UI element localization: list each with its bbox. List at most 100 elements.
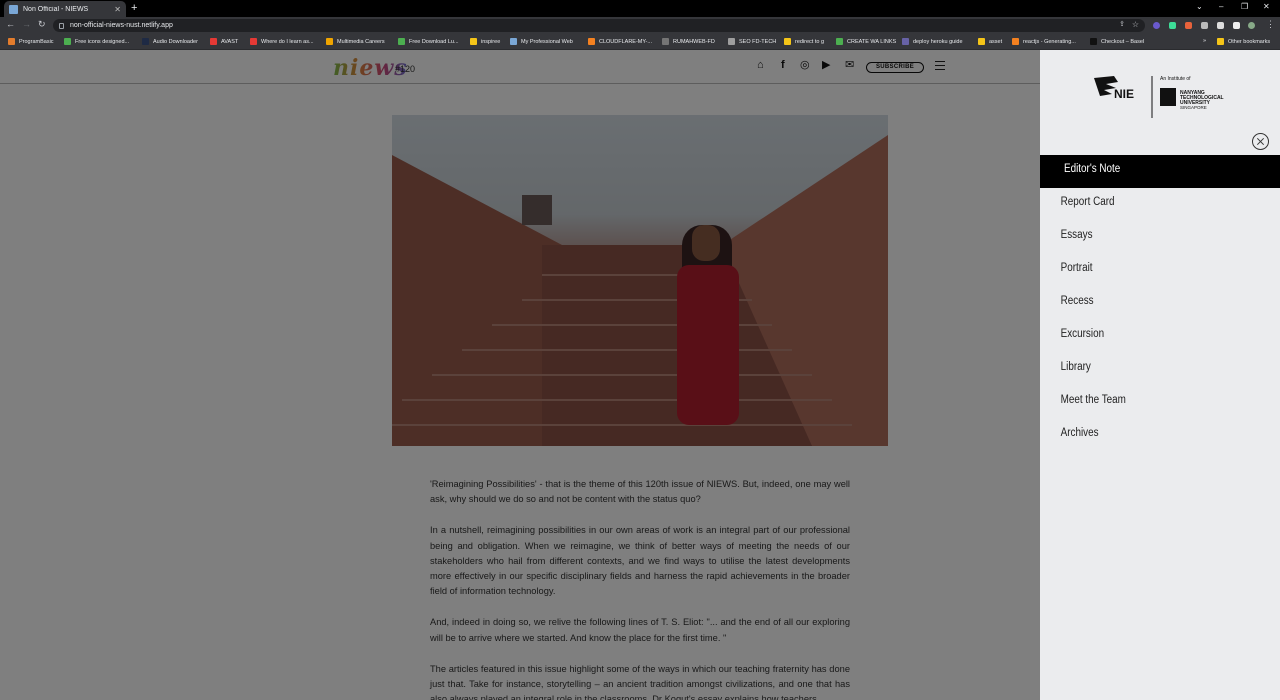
- side-panel-icon[interactable]: [1233, 22, 1240, 29]
- extensions-puzzle-icon[interactable]: [1217, 22, 1224, 29]
- bookmark-label: Audio Downloader: [153, 38, 198, 45]
- menu-item-editors-note[interactable]: Editor's Note: [1040, 155, 1280, 188]
- bookmark-item[interactable]: redirect to g: [784, 38, 824, 45]
- side-navigation-menu: NIE An Institute of NANYANG TECHNOLOGICA…: [1040, 50, 1280, 700]
- bookmark-favicon-icon: [588, 38, 595, 45]
- bookmark-favicon-icon: [210, 38, 217, 45]
- bookmark-favicon-icon: [1090, 38, 1097, 45]
- bookmark-label: redirect to g: [795, 38, 825, 45]
- bookmark-favicon-icon: [510, 38, 517, 45]
- minimize-icon[interactable]: –: [1219, 2, 1223, 11]
- bookmark-item[interactable]: asset: [978, 38, 1002, 45]
- url-text: non-official-niews-nust.netlify.app: [70, 22, 173, 29]
- bookmark-label: SEO FD-TECH: [739, 38, 777, 45]
- restore-icon[interactable]: ❐: [1241, 2, 1248, 11]
- bookmark-label: CLOUDFLARE-MY-...: [599, 38, 652, 45]
- bookmark-item[interactable]: CLOUDFLARE-MY-...: [588, 38, 652, 45]
- bookmark-label: Checkout – Basel: [1101, 38, 1145, 45]
- bookmarks-overflow-icon[interactable]: »: [1203, 38, 1206, 44]
- menu-item-portrait[interactable]: Portrait: [1040, 254, 1246, 287]
- favicon-icon: [9, 4, 18, 14]
- ntu-name-line: SINGAPORE: [1180, 105, 1207, 110]
- browser-menu-icon[interactable]: ⋮: [1266, 19, 1275, 30]
- bookmark-label: AVAST: [221, 38, 239, 45]
- menu-item-recess[interactable]: Recess: [1040, 287, 1246, 320]
- menu-item-excursion[interactable]: Excursion: [1040, 320, 1246, 353]
- menu-item-essays[interactable]: Essays: [1040, 221, 1246, 254]
- extension-icon[interactable]: [1169, 22, 1176, 29]
- bookmark-item[interactable]: RUMAHWEB-FD: [662, 38, 715, 45]
- bookmark-item[interactable]: reactjs - Generating...: [1012, 38, 1076, 45]
- bookmark-favicon-icon: [784, 38, 791, 45]
- tab-close-icon[interactable]: ✕: [114, 5, 121, 14]
- bookmark-label: Where do I learn as...: [261, 38, 314, 45]
- bookmark-item[interactable]: Where do I learn as...: [250, 38, 314, 45]
- bookmark-item[interactable]: ProgramBasic: [8, 38, 54, 45]
- bookmark-item[interactable]: Free icons designed...: [64, 38, 129, 45]
- bookmark-item[interactable]: inspiree: [470, 38, 500, 45]
- institute-of-label: An Institute of: [1160, 76, 1191, 82]
- nie-wordmark: NIE: [1114, 87, 1134, 101]
- menu-item-label: Editor's Note: [1064, 163, 1121, 175]
- bookmark-favicon-icon: [250, 38, 257, 45]
- bookmark-label: inspiree: [481, 38, 501, 45]
- folder-icon: [1217, 38, 1224, 45]
- bookmark-label: Multimedia Careers: [337, 38, 385, 45]
- extension-icon[interactable]: [1201, 22, 1208, 29]
- menu-item-library[interactable]: Library: [1040, 353, 1246, 386]
- bookmark-label: ProgramBasic: [19, 38, 54, 45]
- bookmark-star-icon[interactable]: ☆: [1132, 20, 1139, 29]
- address-bar[interactable]: non-official-niews-nust.netlify.app ⇪ ☆: [53, 19, 1145, 32]
- bookmark-favicon-icon: [662, 38, 669, 45]
- bookmark-label: CREATE WA LINKS: [847, 38, 897, 45]
- window-close-icon[interactable]: ✕: [1263, 2, 1270, 11]
- lock-icon: [59, 22, 64, 29]
- menu-item-meet-the-team[interactable]: Meet the Team: [1040, 386, 1246, 419]
- dim-overlay[interactable]: [0, 50, 1040, 700]
- bookmark-item[interactable]: Audio Downloader: [142, 38, 198, 45]
- extension-icon[interactable]: [1185, 22, 1192, 29]
- bookmark-favicon-icon: [1012, 38, 1019, 45]
- bookmark-label: Free icons designed...: [75, 38, 130, 45]
- bookmark-favicon-icon: [64, 38, 71, 45]
- other-bookmarks[interactable]: Other bookmarks: [1217, 38, 1270, 45]
- bookmark-label: asset: [989, 38, 1003, 45]
- menu-item-report-card[interactable]: Report Card: [1040, 188, 1246, 221]
- forward-icon[interactable]: →: [22, 19, 31, 29]
- browser-tab[interactable]: Non Official - NIEWS ✕: [4, 1, 126, 17]
- bookmark-label: deploy heroku guide: [913, 38, 963, 45]
- bookmark-item[interactable]: SEO FD-TECH: [728, 38, 776, 45]
- profile-avatar[interactable]: [1248, 22, 1255, 29]
- bookmark-favicon-icon: [836, 38, 843, 45]
- bookmark-favicon-icon: [978, 38, 985, 45]
- bookmark-favicon-icon: [8, 38, 15, 45]
- extension-icon[interactable]: [1153, 22, 1160, 29]
- bookmark-item[interactable]: Multimedia Careers: [326, 38, 385, 45]
- browser-tab-strip: Non Official - NIEWS ✕ + ⌄ – ❐ ✕: [0, 0, 1280, 17]
- bookmark-label: My Professional Web: [521, 38, 573, 45]
- bookmark-item[interactable]: Checkout – Basel: [1090, 38, 1144, 45]
- bookmark-item[interactable]: deploy heroku guide: [902, 38, 963, 45]
- bookmark-favicon-icon: [142, 38, 149, 45]
- bookmark-favicon-icon: [728, 38, 735, 45]
- nie-ntu-logo: NIE An Institute of NANYANG TECHNOLOGICA…: [1094, 76, 1224, 118]
- bookmark-favicon-icon: [326, 38, 333, 45]
- menu-list: Editor's Note Report Card Essays Portrai…: [1040, 155, 1280, 452]
- bookmark-label: RUMAHWEB-FD: [673, 38, 715, 45]
- bookmark-favicon-icon: [470, 38, 477, 45]
- tab-title: Non Official - NIEWS: [23, 5, 89, 13]
- reload-icon[interactable]: ↻: [38, 19, 46, 30]
- back-icon[interactable]: ←: [6, 19, 15, 29]
- bookmark-item[interactable]: AVAST: [210, 38, 238, 45]
- bookmark-favicon-icon: [902, 38, 909, 45]
- bookmark-item[interactable]: CREATE WA LINKS: [836, 38, 896, 45]
- menu-item-archives[interactable]: Archives: [1040, 419, 1246, 452]
- browser-toolbar: ← → ↻ non-official-niews-nust.netlify.ap…: [0, 17, 1280, 34]
- new-tab-icon[interactable]: +: [131, 2, 137, 14]
- close-menu-button[interactable]: [1252, 133, 1269, 150]
- share-icon[interactable]: ⇪: [1119, 20, 1125, 28]
- bookmark-label: Free Download Lu...: [409, 38, 459, 45]
- bookmark-item[interactable]: My Professional Web: [510, 38, 573, 45]
- bookmark-item[interactable]: Free Download Lu...: [398, 38, 459, 45]
- tab-search-icon[interactable]: ⌄: [1196, 2, 1203, 11]
